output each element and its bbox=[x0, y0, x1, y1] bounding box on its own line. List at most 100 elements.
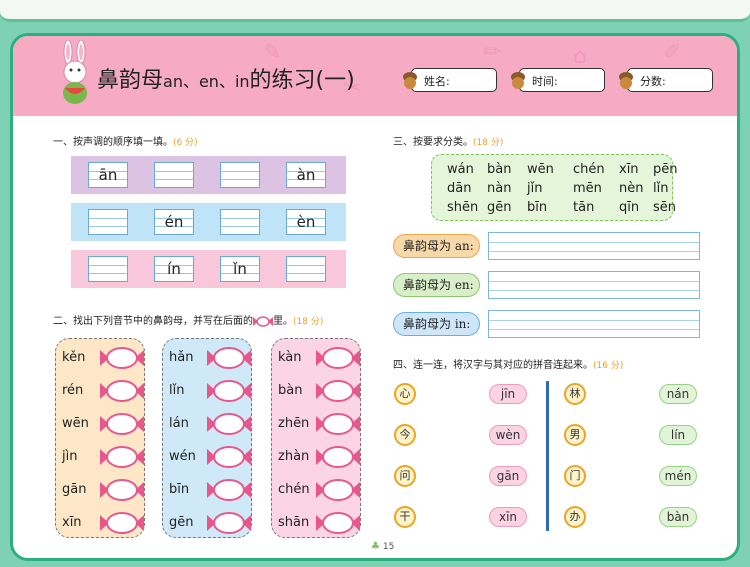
syllable-text: rén bbox=[62, 383, 84, 398]
candy-answer-box[interactable] bbox=[316, 347, 360, 369]
acorn-icon bbox=[403, 72, 417, 89]
candy-answer-box[interactable] bbox=[316, 413, 360, 435]
page-number: ♣ 15 bbox=[371, 541, 394, 552]
time-field[interactable]: 时间: bbox=[511, 68, 605, 92]
leaf-icon: ♣ bbox=[371, 541, 380, 552]
candy-answer-box[interactable] bbox=[207, 347, 251, 369]
syllable-row: chén bbox=[278, 479, 360, 501]
doodle-icon: ⌂ bbox=[573, 44, 587, 69]
pinyin-cell: èn bbox=[286, 209, 326, 235]
guide-line bbox=[489, 329, 699, 330]
blank-cell[interactable] bbox=[88, 209, 128, 235]
pinyin-pill[interactable]: wèn bbox=[489, 425, 527, 445]
pinyin-word: chén bbox=[573, 162, 605, 177]
candy-answer-box[interactable] bbox=[100, 479, 144, 501]
pinyin-word: gēn bbox=[487, 200, 512, 215]
candy-answer-box[interactable] bbox=[100, 413, 144, 435]
writing-lines[interactable] bbox=[488, 271, 700, 299]
syllable-text: wén bbox=[169, 449, 196, 464]
syllable-text: kěn bbox=[62, 350, 86, 365]
pinyin-pill[interactable]: xīn bbox=[489, 507, 527, 527]
candy-answer-box[interactable] bbox=[316, 380, 360, 402]
hanzi-circle[interactable]: 男 bbox=[564, 424, 586, 446]
candy-answer-box[interactable] bbox=[100, 512, 144, 534]
writing-lines[interactable] bbox=[488, 232, 700, 260]
blank-cell[interactable] bbox=[286, 256, 326, 282]
pinyin-pill[interactable]: mén bbox=[659, 466, 697, 486]
guide-line bbox=[489, 290, 699, 291]
guide-line bbox=[287, 273, 325, 274]
q2-title-text: 二、找出下列音节中的鼻韵母，并写在后面的 bbox=[53, 316, 253, 327]
rabbit-mascot-icon bbox=[63, 40, 87, 104]
hanzi-circle[interactable]: 干 bbox=[394, 506, 416, 528]
syllable-panel: hǎn lǐn lán wén bīn gēn bbox=[162, 338, 252, 538]
syllable-text: gān bbox=[62, 482, 87, 497]
score-field[interactable]: 分数: bbox=[619, 68, 713, 92]
pinyin-cell: én bbox=[154, 209, 194, 235]
candy-answer-box[interactable] bbox=[100, 446, 144, 468]
doodle-icon: ✏ bbox=[483, 40, 502, 65]
writing-lines[interactable] bbox=[488, 310, 700, 338]
hanzi-circle[interactable]: 今 bbox=[394, 424, 416, 446]
syllable-panel: kěn rén wēn jìn gān xīn bbox=[55, 338, 145, 538]
category-tag: 鼻韵母为 in: bbox=[393, 312, 480, 336]
blank-cell[interactable] bbox=[220, 162, 260, 188]
syllable-row: xīn bbox=[62, 512, 144, 534]
syllable-text: lǐn bbox=[169, 383, 185, 398]
blank-cell[interactable] bbox=[154, 162, 194, 188]
candy-answer-box[interactable] bbox=[207, 512, 251, 534]
candy-answer-box[interactable] bbox=[316, 512, 360, 534]
q4-title: 四、连一连，将汉字与其对应的拼音连起来。(16 分) bbox=[393, 356, 623, 371]
hanzi-circle[interactable]: 门 bbox=[564, 465, 586, 487]
page-number-text: 15 bbox=[382, 542, 395, 552]
syllable-row: wēn bbox=[62, 413, 144, 435]
pinyin-word: jǐn bbox=[527, 181, 543, 196]
candy-answer-box[interactable] bbox=[207, 413, 251, 435]
guide-line bbox=[221, 171, 259, 172]
hanzi-circle[interactable]: 办 bbox=[564, 506, 586, 528]
pinyin-pill[interactable]: jīn bbox=[489, 384, 527, 404]
syllable-text: gēn bbox=[169, 515, 194, 530]
blank-cell[interactable] bbox=[220, 209, 260, 235]
q4-points: (16 分) bbox=[593, 361, 624, 371]
cell-text: èn bbox=[296, 213, 316, 231]
candy-answer-box[interactable] bbox=[100, 380, 144, 402]
pinyin-pill[interactable]: gān bbox=[489, 466, 527, 486]
hanzi-circle[interactable]: 林 bbox=[564, 383, 586, 405]
blank-cell[interactable] bbox=[88, 256, 128, 282]
syllable-row: bàn bbox=[278, 380, 360, 402]
q3-points: (18 分) bbox=[473, 138, 504, 148]
pinyin-word: lǐn bbox=[653, 181, 669, 196]
guide-line bbox=[489, 320, 699, 321]
pinyin-pill[interactable]: nán bbox=[659, 384, 697, 404]
acorn-icon bbox=[511, 72, 525, 89]
cell-text: àn bbox=[296, 166, 316, 184]
pinyin-word: pēn bbox=[653, 162, 678, 177]
page-title: 鼻韵母an、en、in的练习(一) bbox=[97, 62, 355, 94]
candy-answer-box[interactable] bbox=[207, 380, 251, 402]
cell-text: ān bbox=[98, 166, 118, 184]
q2-points: (18 分) bbox=[293, 317, 324, 327]
score-label: 分数: bbox=[640, 75, 666, 88]
banner-scallop bbox=[13, 107, 737, 116]
candy-answer-box[interactable] bbox=[316, 446, 360, 468]
doodle-icon: ✐ bbox=[663, 40, 682, 65]
candy-answer-box[interactable] bbox=[100, 347, 144, 369]
guide-line bbox=[489, 242, 699, 243]
pinyin-cell: ín bbox=[154, 256, 194, 282]
hanzi-circle[interactable]: 心 bbox=[394, 383, 416, 405]
guide-line bbox=[89, 273, 127, 274]
q2-title: 二、找出下列音节中的鼻韵母，并写在后面的 里。(18 分) bbox=[53, 312, 323, 327]
candy-answer-box[interactable] bbox=[207, 479, 251, 501]
name-field[interactable]: 姓名: bbox=[403, 68, 497, 92]
candy-answer-box[interactable] bbox=[207, 446, 251, 468]
q2-title-end: 里。 bbox=[273, 316, 293, 327]
pinyin-word: mēn bbox=[573, 181, 602, 196]
hanzi-circle[interactable]: 问 bbox=[394, 465, 416, 487]
syllable-text: zhàn bbox=[278, 449, 310, 464]
pinyin-pill[interactable]: lín bbox=[659, 425, 697, 445]
pinyin-cell: ǐn bbox=[220, 256, 260, 282]
candy-answer-box[interactable] bbox=[316, 479, 360, 501]
tone-row: ān àn bbox=[71, 156, 346, 194]
pinyin-pill[interactable]: bàn bbox=[659, 507, 697, 527]
